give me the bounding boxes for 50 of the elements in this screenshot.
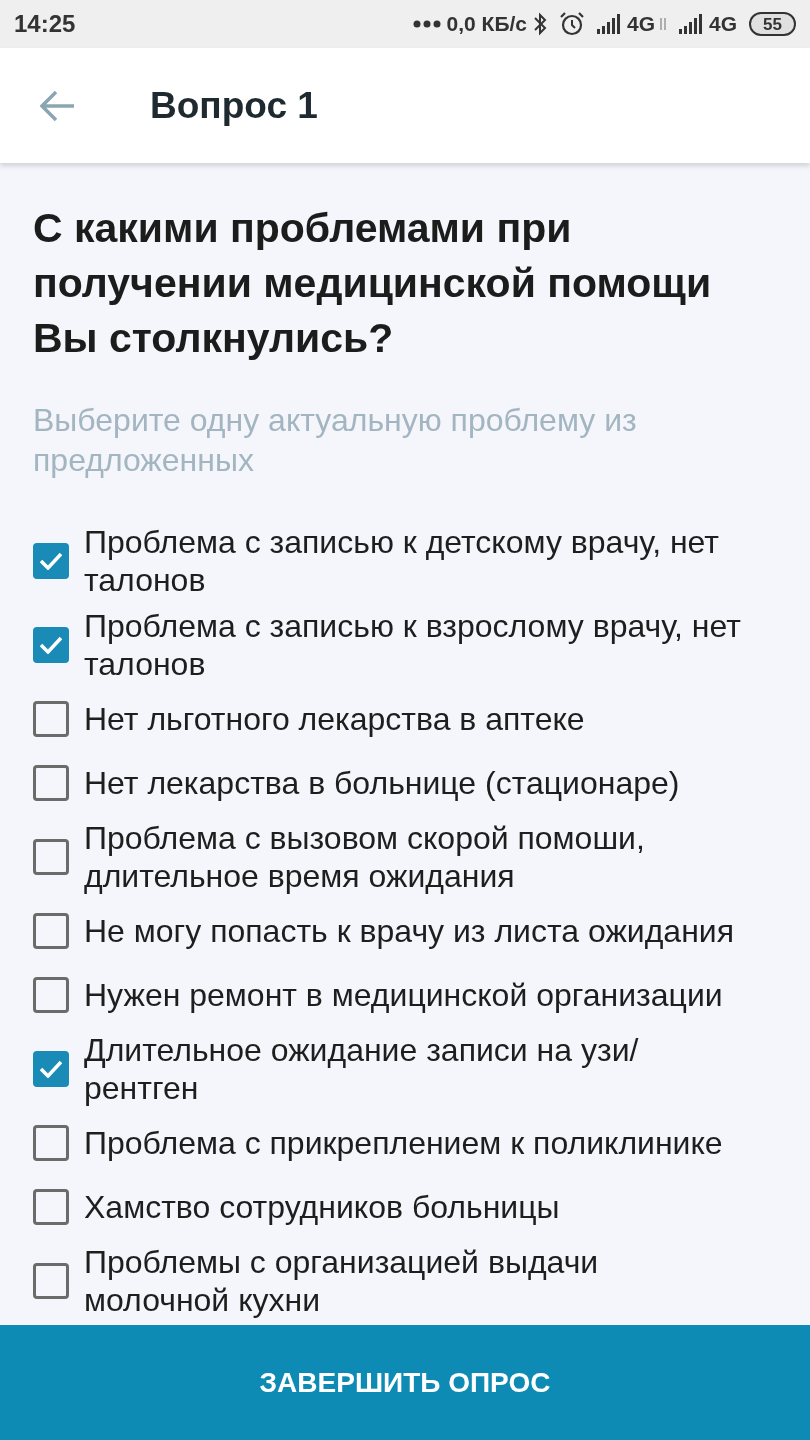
option-label: Проблема с записью к детскому врачу, нет талонов [84,523,720,599]
alarm-icon [559,11,586,37]
check-icon [39,636,63,654]
option-label: Проблемы с организацией выдачи молочной кухни [84,1243,600,1319]
option-checkbox-row[interactable]: Не могу попасть к врачу из листа ожидания [33,899,777,963]
option-label: Проблема с записью к взрослому врачу, нет талонов [84,607,742,683]
checked-checkbox[interactable] [33,543,69,579]
finish-survey-button[interactable]: ЗАВЕРШИТЬ ОПРОС [0,1325,810,1440]
option-label: Не могу попасть к врачу из листа ожидания [84,912,734,950]
network-speed: 0,0 КБ/с [446,11,528,38]
option-label: Хамство сотрудников больницы [84,1188,560,1226]
option-label: Нет лекарства в больнице (стационаре) [84,764,680,802]
option-label: Длительное ожидание записи на узи/ рентген [84,1031,640,1107]
option-checkbox-row[interactable]: Длительное ожидание записи на узи/ рентген [33,1027,777,1111]
check-icon [39,552,63,570]
option-checkbox-row[interactable]: Проблемы с организацией выдачи молочной кухни [33,1239,777,1323]
option-label: Нет льготного лекарства в аптеке [84,700,585,738]
option-label: Проблема с вызовом скорой помоши, длительное время ожидания [84,819,646,895]
more-notifications-icon [412,20,441,28]
option-checkbox-row[interactable]: Проблема с записью к взрослому врачу, нет талонов [33,603,777,687]
checked-checkbox[interactable] [33,627,69,663]
option-label: Нужен ремонт в медицинской организации [84,976,723,1014]
option-checkbox-row[interactable]: Хамство сотрудников больницы [33,1175,777,1239]
question-title: С какими проблемами при получении медицинской помощи Вы столкнулись? [33,204,713,363]
option-checkbox-row[interactable]: Нет льготного лекарства в аптеке [33,687,777,751]
battery-indicator: 55 [749,12,796,36]
network-type: 4G [709,11,738,38]
unchecked-checkbox[interactable] [33,977,69,1013]
question-hint: Выберите одну актуальную проблему из предложенных [33,401,638,480]
option-checkbox-row[interactable]: Проблема с прикреплением к поликлинике [33,1111,777,1175]
unchecked-checkbox[interactable] [33,839,69,875]
option-checkbox-row[interactable]: Нет лекарства в больнице (стационаре) [33,751,777,815]
back-arrow-icon [40,89,76,122]
unchecked-checkbox[interactable] [33,1263,69,1299]
unchecked-checkbox[interactable] [33,1189,69,1225]
unchecked-checkbox[interactable] [33,765,69,801]
status-time: 14:25 [14,9,76,39]
screen-title: Вопрос 1 [150,83,318,128]
option-label: Проблема с прикреплением к поликлинике [84,1124,723,1162]
checked-checkbox[interactable] [33,1051,69,1087]
unchecked-checkbox[interactable] [33,913,69,949]
data-transfer-icon [659,18,668,30]
bluetooth-icon [533,12,548,36]
unchecked-checkbox[interactable] [33,1125,69,1161]
option-checkbox-row[interactable]: Нужен ремонт в медицинской организации [33,963,777,1027]
check-icon [39,1060,63,1078]
unchecked-checkbox[interactable] [33,701,69,737]
option-checkbox-row[interactable]: Проблема с вызовом скорой помоши, длительное время ожидания [33,815,777,899]
option-checkbox-row[interactable]: Проблема с записью к детскому врачу, нет талонов [33,519,777,603]
network-type: 4G [627,11,656,38]
